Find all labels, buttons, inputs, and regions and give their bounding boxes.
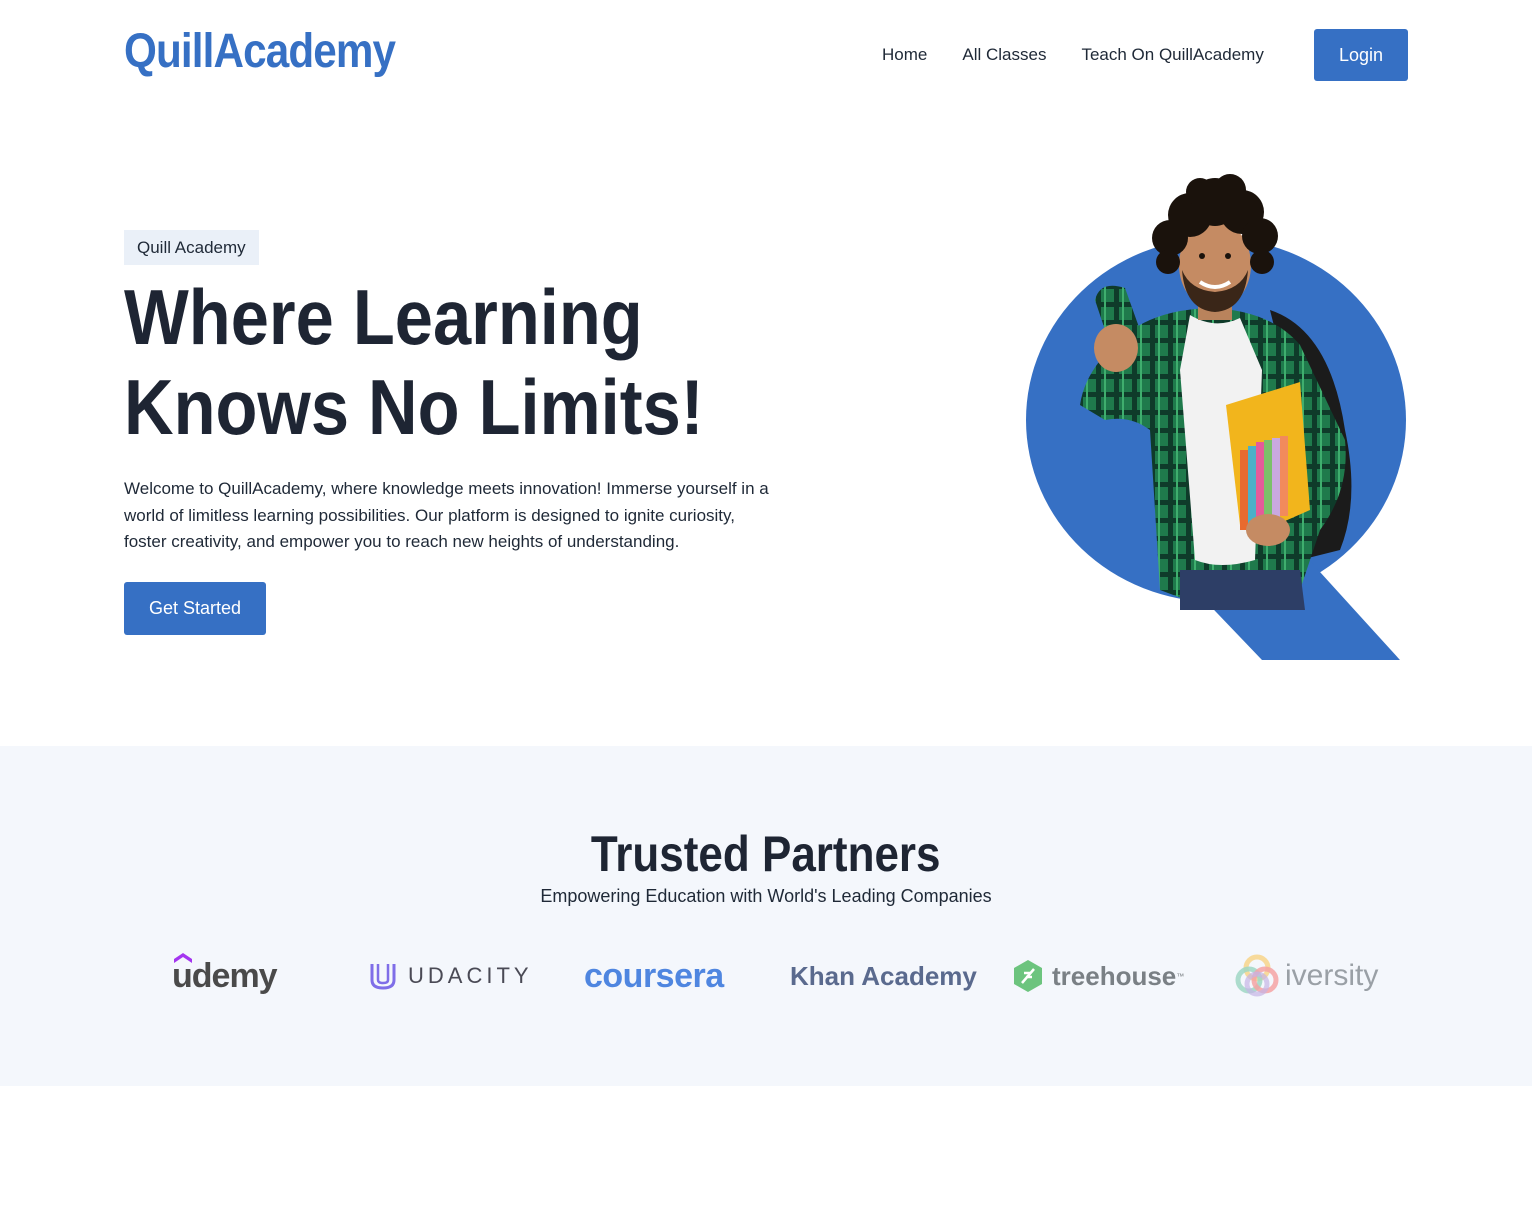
partners-title: Trusted Partners bbox=[0, 824, 1532, 884]
site-header: QuillAcademy Home All Classes Teach On Q… bbox=[0, 0, 1532, 110]
hero-title-line-1: Where Learning bbox=[124, 273, 643, 361]
hero-title-line-2: Knows No Limits! bbox=[124, 363, 704, 451]
site-logo[interactable]: QuillAcademy bbox=[124, 24, 396, 80]
partner-logos: udemy UDACITY coursera Khan Academy tree… bbox=[0, 944, 1532, 1008]
hero-title: Where Learning Knows No Limits! bbox=[124, 272, 758, 452]
partner-logo-treehouse[interactable]: treehouse ™ bbox=[1012, 944, 1184, 1008]
partner-logo-khan-academy[interactable]: Khan Academy bbox=[790, 944, 977, 1008]
partner-name-treehouse: treehouse bbox=[1052, 960, 1177, 991]
partner-name-coursera: coursera bbox=[584, 956, 724, 995]
nav-teach[interactable]: Teach On QuillAcademy bbox=[1081, 44, 1263, 66]
hero-student-image bbox=[1026, 174, 1406, 660]
partner-logo-coursera[interactable]: coursera bbox=[584, 944, 724, 1008]
login-button[interactable]: Login bbox=[1314, 29, 1408, 81]
get-started-button[interactable]: Get Started bbox=[124, 582, 266, 635]
partner-name-iversity: iversity bbox=[1285, 959, 1379, 992]
partner-name-khan-academy: Khan Academy bbox=[790, 960, 977, 991]
hero-description: Welcome to QuillAcademy, where knowledge… bbox=[124, 479, 769, 551]
hero-badge: Quill Academy bbox=[124, 230, 259, 265]
iversity-rings-icon bbox=[1235, 954, 1279, 997]
nav-all-classes[interactable]: All Classes bbox=[962, 44, 1046, 66]
partner-logo-iversity[interactable]: iversity bbox=[1235, 944, 1378, 1008]
udemy-hat-icon bbox=[174, 952, 192, 963]
treehouse-leaf-icon bbox=[1014, 960, 1042, 992]
partner-name-udacity: UDACITY bbox=[408, 963, 533, 988]
partners-subtitle: Empowering Education with World's Leadin… bbox=[540, 886, 992, 906]
trademark-mark: ™ bbox=[1176, 971, 1185, 981]
udacity-u-icon bbox=[370, 964, 396, 990]
partners-section: Trusted Partners Empowering Education wi… bbox=[0, 746, 1532, 1086]
partner-logo-udacity[interactable]: UDACITY bbox=[368, 944, 533, 1008]
partner-logo-udemy[interactable]: udemy bbox=[172, 944, 278, 1008]
nav-home[interactable]: Home bbox=[882, 44, 927, 66]
main-nav: Home All Classes Teach On QuillAcademy bbox=[882, 44, 1264, 66]
partners-title-text: Trusted Partners bbox=[591, 826, 941, 882]
